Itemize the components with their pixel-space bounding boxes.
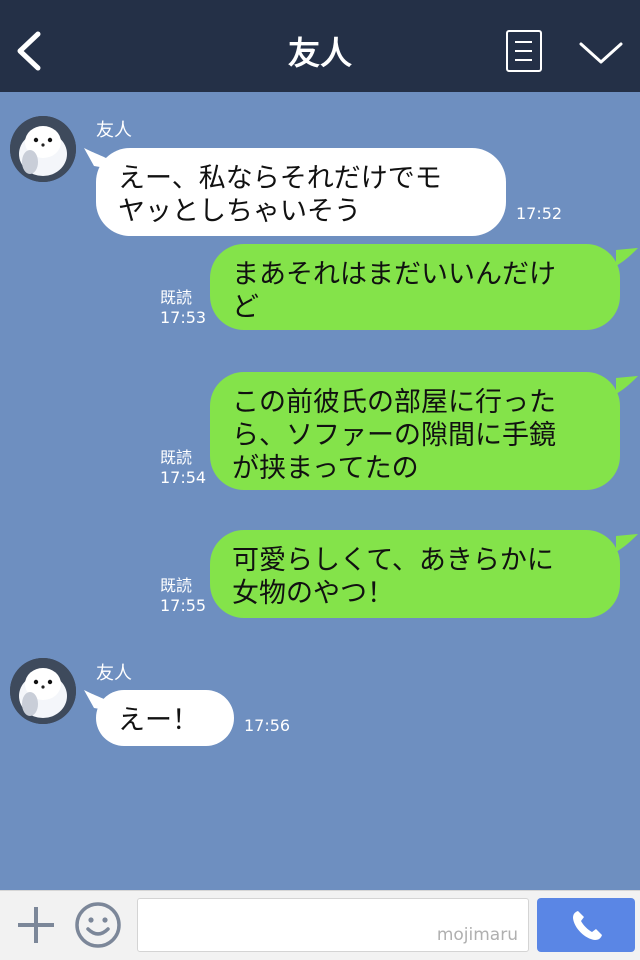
message-meta: 既読 17:54 [160,448,206,488]
bubble-tail [616,248,638,266]
call-button[interactable] [537,898,635,952]
avatar[interactable] [10,116,76,182]
page-title: 友人 [287,34,352,72]
message-line: 可愛らしくて、あきらかに [232,545,554,576]
message-line: ヤッとしちゃいそう [118,196,361,227]
message-meta: 既読 17:53 [160,288,206,328]
bird-avatar-icon [10,658,76,724]
message-line: が挟まってたの [232,453,419,484]
avatar[interactable] [10,658,76,724]
message-bubble-sent[interactable]: この前彼氏の部屋に行った ら、ソファーの隙間に手鏡 が挟まってたの [210,372,620,490]
message-time: 17:55 [160,596,207,615]
message-line: この前彼氏の部屋に行った [232,387,556,418]
read-receipt: 既読 [160,448,193,467]
message-time: 17:52 [516,204,563,223]
bubble-tail [616,534,638,552]
menu-icon[interactable] [506,30,542,72]
message-line: えー、私ならそれだけでモ [118,163,442,194]
message-meta: 既読 17:55 [160,576,206,616]
smiley-icon[interactable] [74,901,122,949]
input-bar: mojimaru [0,890,640,960]
message-input[interactable]: mojimaru [137,898,529,952]
message-bubble-received[interactable]: えー、私ならそれだけでモ ヤッとしちゃいそう [96,148,506,236]
message-line: 女物のやつ！ [232,578,394,609]
phone-icon [573,911,602,940]
input-watermark: mojimaru [436,925,518,945]
chat-header: 友人 [0,0,640,92]
message-line: ど [232,292,259,323]
chat-area[interactable]: 友人 えー、私ならそれだけでモ ヤッとしちゃいそう 17:52 既読 17:53… [0,92,640,890]
message-line: まあそれはまだいいんだけ [232,259,556,290]
message-bubble-sent[interactable]: 可愛らしくて、あきらかに 女物のやつ！ [210,530,620,618]
plus-icon[interactable] [16,905,56,945]
bubble-tail [616,376,638,394]
message-bubble-received[interactable]: えー！ [96,690,234,746]
bird-avatar-icon [10,116,76,182]
message-line: えー！ [118,705,199,736]
sender-name: 友人 [96,120,132,141]
read-receipt: 既読 [160,288,193,307]
message-line: ら、ソファーの隙間に手鏡 [232,420,556,451]
message-bubble-sent[interactable]: まあそれはまだいいんだけ ど [210,244,620,330]
message-time: 17:54 [160,468,207,487]
chevron-down-icon[interactable] [578,38,624,68]
message-time: 17:56 [244,716,291,735]
message-time: 17:53 [160,308,207,327]
sender-name: 友人 [96,663,132,684]
read-receipt: 既読 [160,576,193,595]
